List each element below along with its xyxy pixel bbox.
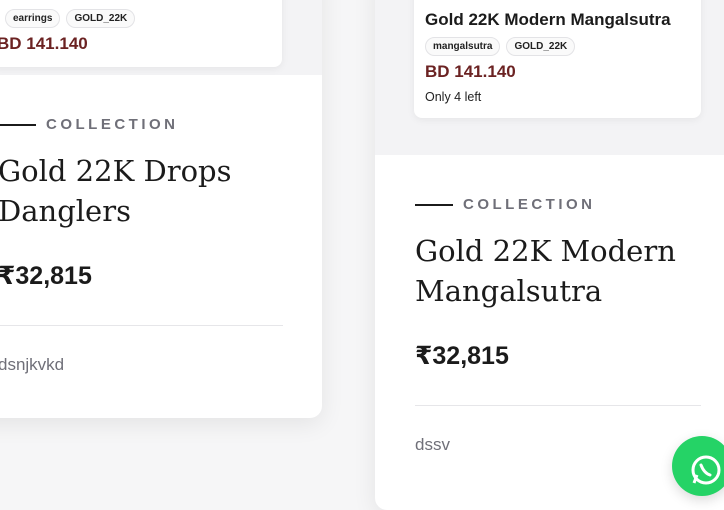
product-name[interactable]: Gold 22K Drops Danglers	[0, 151, 308, 231]
collection-label: COLLECTION	[463, 196, 596, 213]
collection-heading: COLLECTION	[0, 116, 179, 133]
tag-list: earrings GOLD_22K	[5, 9, 136, 28]
product-card[interactable]: earrings GOLD_22K BD 141.140 COLLECTION …	[0, 0, 322, 418]
tag-list: mangalsutra GOLD_22K	[425, 37, 576, 56]
product-price: ₹32,815	[0, 262, 92, 290]
collection-heading: COLLECTION	[415, 196, 596, 213]
stock-status: Only 4 left	[425, 90, 482, 104]
whatsapp-button[interactable]	[672, 436, 724, 496]
divider	[415, 405, 701, 406]
product-description: dsnjkvkd	[0, 355, 65, 374]
collection-label: COLLECTION	[46, 116, 179, 133]
preview-title[interactable]: Gold 22K Modern Mangalsutra	[425, 10, 671, 30]
tag-chip: earrings	[5, 9, 61, 28]
product-name[interactable]: Gold 22K Modern Mangalsutra	[415, 231, 724, 311]
preview-area: earrings GOLD_22K BD 141.140	[0, 0, 322, 75]
whatsapp-icon	[691, 455, 721, 485]
preview-area: Gold 22K Modern Mangalsutra mangalsutra …	[375, 0, 724, 155]
product-card[interactable]: Gold 22K Modern Mangalsutra mangalsutra …	[375, 0, 724, 510]
preview-price: BD 141.140	[0, 34, 88, 53]
product-price: ₹32,815	[415, 342, 509, 370]
preview-price: BD 141.140	[425, 62, 516, 81]
preview-card[interactable]: Gold 22K Modern Mangalsutra mangalsutra …	[414, 0, 701, 118]
tag-chip: GOLD_22K	[506, 37, 576, 56]
product-description: dssv	[415, 435, 450, 454]
collection-divider-line	[0, 123, 36, 126]
tag-chip: GOLD_22K	[66, 9, 136, 28]
divider	[0, 325, 283, 326]
collection-divider-line	[415, 203, 453, 206]
tag-chip: mangalsutra	[425, 37, 501, 56]
preview-card[interactable]: earrings GOLD_22K BD 141.140	[0, 0, 282, 67]
